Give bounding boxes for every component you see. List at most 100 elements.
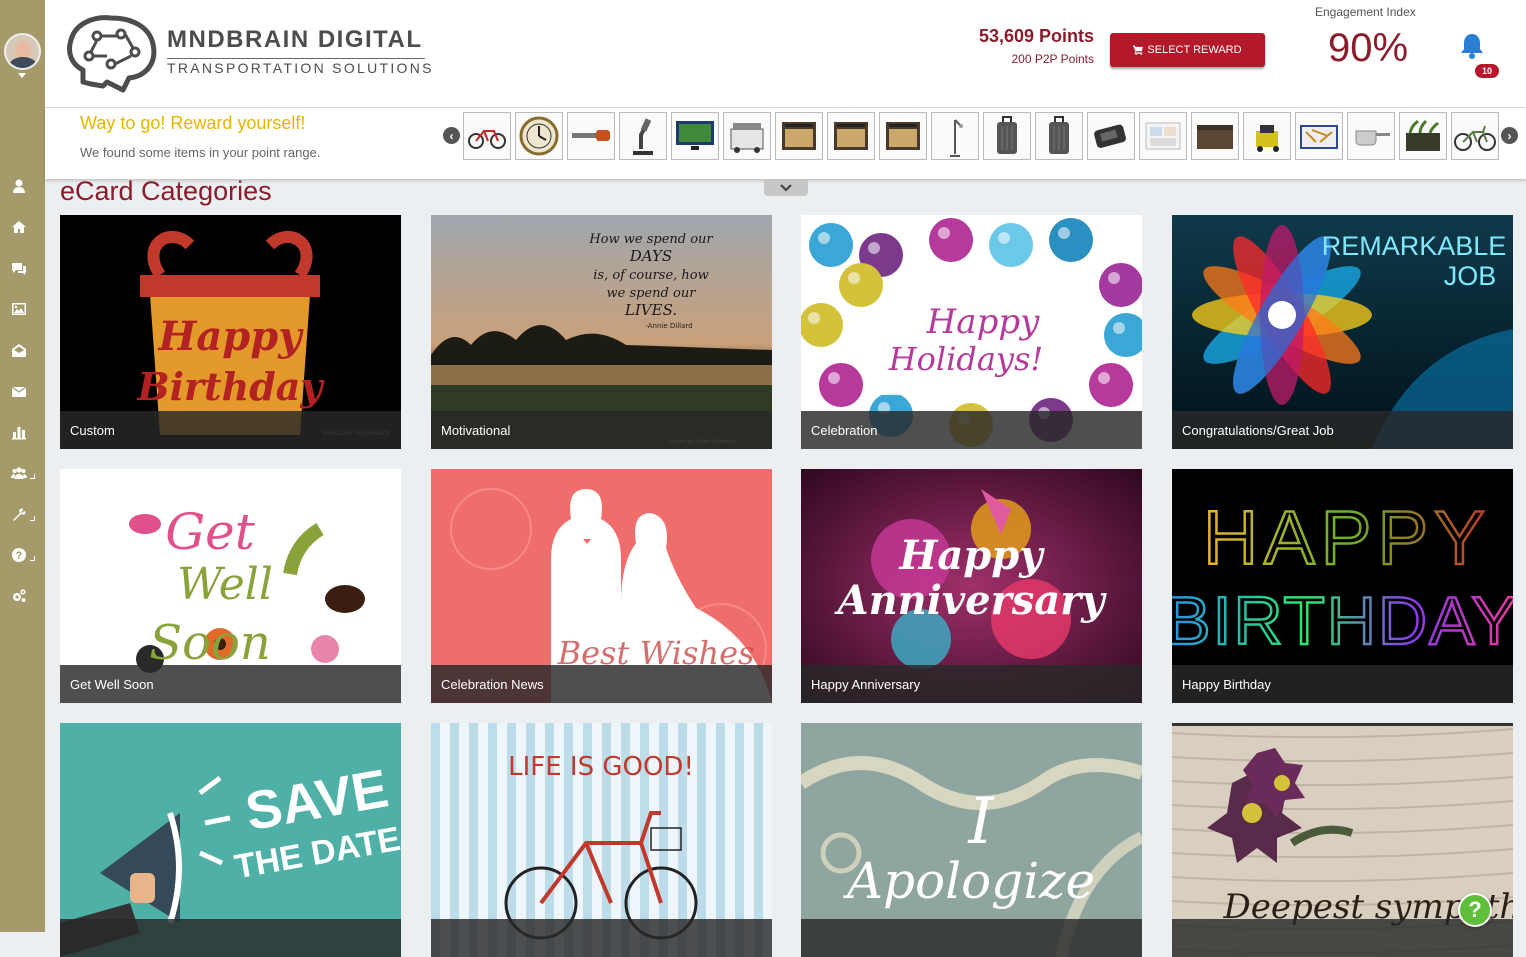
reward-item-cooler[interactable] (723, 112, 771, 160)
sidebar: ? (0, 0, 45, 932)
svg-text:Anniversary: Anniversary (834, 577, 1108, 624)
brand-title: MNDBRAIN DIGITAL (167, 26, 423, 53)
svg-text:REMARKABLE: REMARKABLE (1322, 231, 1507, 261)
ecard-caption: Happy Anniversary (801, 665, 1142, 703)
svg-text:HAPPY: HAPPY (1203, 496, 1491, 581)
image-icon[interactable] (11, 301, 33, 323)
select-reward-button[interactable]: SELECT REWARD (1110, 33, 1265, 67)
svg-text:How we spend our: How we spend our (588, 232, 713, 247)
svg-text:JOB: JOB (1444, 261, 1497, 291)
ecard-caption: Motivational (431, 411, 772, 449)
reward-strip-subtitle: We found some items in your point range. (80, 145, 321, 160)
svg-text:Soon: Soon (149, 615, 271, 671)
select-reward-label: SELECT REWARD (1147, 44, 1242, 56)
svg-text:Happy: Happy (926, 302, 1040, 342)
ecard-apologize[interactable]: I Apologize (801, 723, 1142, 957)
reward-item-wall-clock[interactable] (515, 112, 563, 160)
collapse-toggle[interactable] (764, 179, 808, 196)
top-header: MNDBRAIN DIGITAL TRANSPORTATION SOLUTION… (45, 0, 1526, 108)
reward-item-suitcase[interactable] (1035, 112, 1083, 160)
help-button[interactable]: ? (1458, 893, 1492, 927)
svg-text:LIFE IS GOOD!: LIFE IS GOOD! (508, 752, 694, 782)
help-icon: ? (1468, 897, 1482, 922)
p2p-points: 200 P2P Points (1011, 52, 1094, 66)
card-art-text: Happy (158, 313, 305, 360)
reward-item-amplifier[interactable] (775, 112, 823, 160)
reward-item-tv[interactable] (671, 112, 719, 160)
ecard-caption (60, 919, 401, 957)
gears-icon[interactable] (11, 588, 33, 610)
brand-subtitle: TRANSPORTATION SOLUTIONS (167, 60, 434, 76)
ecard-caption: Get Well Soon (60, 665, 401, 703)
reward-item-tool-set[interactable] (1295, 112, 1343, 160)
ecard-anniversary[interactable]: Happy Anniversary Happy Anniversary (801, 469, 1142, 703)
reward-item-floor-lamp[interactable] (931, 112, 979, 160)
engagement-value: 90% (1328, 26, 1409, 70)
svg-text:LIVES.: LIVES. (624, 301, 677, 319)
reward-strip: Way to go! Reward yourself! We found som… (45, 108, 1526, 179)
ecard-getwell[interactable]: Get Well Soon Get Well Soon (60, 469, 401, 703)
ecard-lifegood[interactable]: LIFE IS GOOD! (431, 723, 772, 957)
users-icon[interactable] (11, 465, 35, 487)
ecard-caption (1172, 919, 1513, 957)
reward-item-vacuum[interactable] (1087, 112, 1135, 160)
brand-divider (167, 58, 425, 59)
tools-icon[interactable] (11, 507, 35, 529)
notification-badge[interactable]: 10 (1475, 64, 1499, 78)
reward-item-amplifier[interactable] (879, 112, 927, 160)
user-avatar[interactable] (4, 33, 41, 70)
svg-text:Well: Well (177, 559, 273, 610)
reward-item-planter[interactable] (1399, 112, 1447, 160)
ecard-caption: Celebration (801, 411, 1142, 449)
svg-text:BIRTHDAY: BIRTHDAY (1172, 583, 1513, 659)
cart-icon (1133, 45, 1144, 55)
reward-item-storage-box[interactable] (1191, 112, 1239, 160)
ecard-celebration[interactable]: Happy Holidays! Celebration (801, 215, 1142, 449)
reward-item-cruiser-bike[interactable] (1451, 112, 1499, 160)
ecard-caption (431, 919, 772, 957)
envelope-icon[interactable] (11, 384, 33, 406)
points-balance: 53,609 Points (978, 26, 1094, 46)
ecard-news[interactable]: Best Wishes Celebration News (431, 469, 772, 703)
ecard-birthday[interactable]: HAPPY BIRTHDAY Happy Birthday (1172, 469, 1513, 703)
home-icon[interactable] (11, 219, 33, 241)
reward-item-hedge-trimmer[interactable] (567, 112, 615, 160)
reward-item-bicycle[interactable] (463, 112, 511, 160)
ecard-caption: Celebration News (431, 665, 772, 703)
chat-icon[interactable] (11, 260, 33, 282)
svg-text:is, of course, how: is, of course, how (593, 268, 709, 283)
chevron-left-icon[interactable]: ‹ (443, 127, 460, 144)
bar-chart-icon[interactable] (11, 424, 33, 446)
ecard-caption: Happy Birthday (1172, 665, 1513, 703)
ecard-caption: Custom (60, 411, 401, 449)
reward-item-amplifier[interactable] (827, 112, 875, 160)
section-title: eCard Categories (60, 176, 272, 206)
ecard-motivational[interactable]: How we spend our DAYS is, of course, how we… (431, 215, 772, 449)
svg-text:Birthday: Birthday (136, 364, 325, 409)
chevron-down-icon (780, 183, 792, 192)
ecard-sympathy[interactable]: Deepest sympathy (1172, 723, 1513, 957)
reward-item-saucepan[interactable] (1347, 112, 1395, 160)
bell-icon[interactable] (1459, 32, 1485, 60)
ecard-congrats[interactable]: REMARKABLE JOB Congratulations/Great Job (1172, 215, 1513, 449)
envelope-open-icon[interactable] (11, 342, 33, 364)
svg-text:Get: Get (165, 503, 256, 561)
svg-text:DAYS: DAYS (629, 247, 672, 265)
reward-item-photo-frame[interactable] (1139, 112, 1187, 160)
caret-down-icon[interactable] (18, 73, 26, 78)
reward-item-microscope[interactable] (619, 112, 667, 160)
engagement-label: Engagement Index (1315, 5, 1416, 19)
reward-item-pressure-washer[interactable] (1243, 112, 1291, 160)
question-icon[interactable]: ? (11, 547, 35, 569)
svg-text:we spend our: we spend our (607, 286, 697, 301)
ecard-custom[interactable]: Happy Birthday MERCURY INSURANCECustom (60, 215, 401, 449)
chevron-right-icon[interactable]: › (1501, 127, 1518, 144)
reward-thumbnails (463, 112, 1499, 160)
ecard-savedate[interactable]: SAVE THE DATE! (60, 723, 401, 957)
brain-logo-icon[interactable] (63, 12, 159, 94)
reward-strip-title: Way to go! Reward yourself! (80, 113, 306, 133)
reward-item-suitcase[interactable] (983, 112, 1031, 160)
svg-text:?: ? (16, 550, 23, 562)
user-icon[interactable] (11, 178, 33, 200)
ecard-caption (801, 919, 1142, 957)
